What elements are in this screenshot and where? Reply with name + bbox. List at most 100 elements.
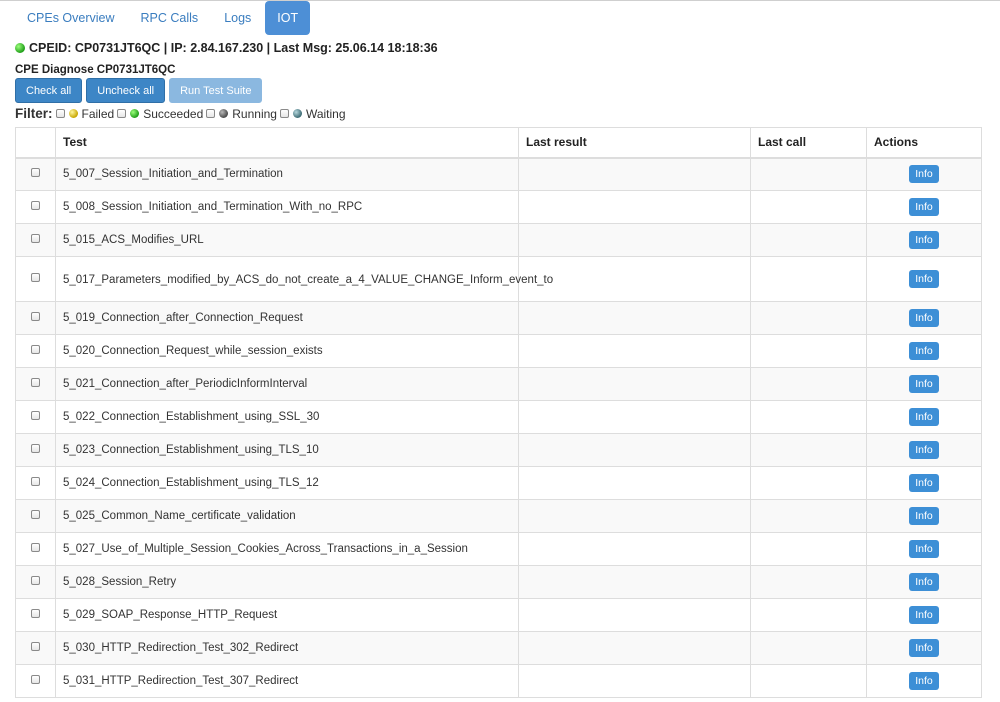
tab-rpc-calls[interactable]: RPC Calls bbox=[129, 1, 211, 35]
yellow-dot-icon bbox=[68, 109, 78, 118]
info-button[interactable]: Info bbox=[909, 540, 939, 558]
row-checkbox[interactable] bbox=[31, 642, 40, 651]
row-checkbox[interactable] bbox=[31, 444, 40, 453]
filter-label: Filter: bbox=[15, 106, 53, 121]
row-checkbox[interactable] bbox=[31, 411, 40, 420]
tab-cpes-overview[interactable]: CPEs Overview bbox=[15, 1, 127, 35]
row-test-name: 5_027_Use_of_Multiple_Session_Cookies_Ac… bbox=[55, 532, 519, 566]
test-table: Test Last result Last call Actions 5_007… bbox=[15, 127, 982, 698]
teal-dot-icon bbox=[292, 109, 302, 118]
table-row: 5_008_Session_Initiation_and_Termination… bbox=[15, 190, 982, 224]
filter-succeeded-label: Succeeded bbox=[143, 106, 204, 121]
filter-waiting-label: Waiting bbox=[305, 106, 346, 121]
row-test-name: 5_028_Session_Retry bbox=[55, 565, 519, 599]
row-select-cell bbox=[15, 157, 56, 191]
row-last-call bbox=[750, 223, 867, 257]
row-last-call bbox=[750, 532, 867, 566]
uncheck-all-button[interactable]: Uncheck all bbox=[86, 78, 166, 103]
info-button[interactable]: Info bbox=[909, 198, 939, 216]
info-button[interactable]: Info bbox=[909, 441, 939, 459]
header-last-result[interactable]: Last result bbox=[518, 127, 751, 159]
row-actions: Info bbox=[866, 532, 982, 566]
info-button[interactable]: Info bbox=[909, 165, 939, 184]
table-row: 5_022_Connection_Establishment_using_SSL… bbox=[15, 400, 982, 434]
info-button[interactable]: Info bbox=[909, 639, 939, 657]
row-select-cell bbox=[15, 532, 56, 566]
row-test-name: 5_023_Connection_Establishment_using_TLS… bbox=[55, 433, 519, 467]
row-test-name: 5_022_Connection_Establishment_using_SSL… bbox=[55, 400, 519, 434]
nav-tabs: CPEs Overview RPC Calls Logs IOT bbox=[15, 1, 1000, 35]
row-actions: Info bbox=[866, 466, 982, 500]
row-last-result bbox=[518, 223, 751, 257]
info-button[interactable]: Info bbox=[909, 375, 939, 393]
row-checkbox[interactable] bbox=[31, 609, 40, 618]
table-row: 5_025_Common_Name_certificate_validation… bbox=[15, 499, 982, 533]
row-checkbox[interactable] bbox=[31, 273, 40, 282]
table-row: 5_029_SOAP_Response_HTTP_Request Info bbox=[15, 598, 982, 632]
tab-logs[interactable]: Logs bbox=[212, 1, 263, 35]
row-last-call bbox=[750, 301, 867, 335]
info-button[interactable]: Info bbox=[909, 231, 939, 249]
info-button[interactable]: Info bbox=[909, 408, 939, 426]
row-last-result bbox=[518, 565, 751, 599]
row-checkbox[interactable] bbox=[31, 168, 40, 178]
filter-running-checkbox[interactable] bbox=[206, 109, 216, 118]
filter-waiting: Waiting bbox=[279, 106, 346, 121]
row-last-result bbox=[518, 256, 751, 302]
row-checkbox[interactable] bbox=[31, 477, 40, 486]
info-button[interactable]: Info bbox=[909, 606, 939, 624]
cpe-status-line: CPEID: CP0731JT6QC | IP: 2.84.167.230 | … bbox=[15, 41, 438, 55]
filter-waiting-checkbox[interactable] bbox=[279, 109, 289, 118]
filter-running-label: Running bbox=[232, 106, 277, 121]
info-button[interactable]: Info bbox=[909, 507, 939, 525]
row-actions: Info bbox=[866, 565, 982, 599]
filter-failed-checkbox[interactable] bbox=[55, 109, 65, 118]
row-checkbox[interactable] bbox=[31, 234, 40, 243]
diagnose-button-row: Check all Uncheck all Run Test Suite bbox=[15, 78, 263, 103]
check-all-button[interactable]: Check all bbox=[15, 78, 83, 103]
row-last-result bbox=[518, 157, 751, 191]
info-button[interactable]: Info bbox=[909, 342, 939, 360]
row-last-result bbox=[518, 334, 751, 368]
info-button[interactable]: Info bbox=[909, 672, 939, 690]
table-row: 5_028_Session_Retry Info bbox=[15, 565, 982, 599]
header-test[interactable]: Test bbox=[55, 127, 519, 159]
table-row: 5_020_Connection_Request_while_session_e… bbox=[15, 334, 982, 368]
row-actions: Info bbox=[866, 367, 982, 401]
row-actions: Info bbox=[866, 433, 982, 467]
status-online-icon bbox=[15, 43, 25, 53]
tab-iot[interactable]: IOT bbox=[265, 1, 311, 35]
table-row: 5_024_Connection_Establishment_using_TLS… bbox=[15, 466, 982, 500]
row-select-cell bbox=[15, 400, 56, 434]
run-test-suite-button[interactable]: Run Test Suite bbox=[169, 78, 263, 103]
row-checkbox[interactable] bbox=[31, 543, 40, 552]
row-last-result bbox=[518, 301, 751, 335]
row-actions: Info bbox=[866, 157, 982, 191]
row-checkbox[interactable] bbox=[31, 312, 40, 321]
row-checkbox[interactable] bbox=[31, 345, 40, 354]
row-test-name: 5_017_Parameters_modified_by_ACS_do_not_… bbox=[55, 256, 553, 302]
filter-succeeded-checkbox[interactable] bbox=[117, 109, 127, 118]
row-select-cell bbox=[15, 631, 56, 665]
filter-bar: Filter: Failed Succeeded Running Waiting bbox=[15, 106, 349, 121]
row-checkbox[interactable] bbox=[31, 576, 40, 585]
table-row: 5_015_ACS_Modifies_URL Info bbox=[15, 223, 982, 257]
info-button[interactable]: Info bbox=[909, 573, 939, 591]
header-select bbox=[15, 127, 56, 159]
table-header-row: Test Last result Last call Actions bbox=[15, 127, 982, 159]
row-checkbox[interactable] bbox=[31, 675, 40, 684]
info-button[interactable]: Info bbox=[909, 474, 939, 492]
row-test-name: 5_024_Connection_Establishment_using_TLS… bbox=[55, 466, 519, 500]
row-last-result bbox=[518, 367, 751, 401]
row-select-cell bbox=[15, 301, 56, 335]
row-actions: Info bbox=[866, 598, 982, 632]
row-last-call bbox=[750, 565, 867, 599]
filter-failed-label: Failed bbox=[81, 106, 115, 121]
info-button[interactable]: Info bbox=[909, 309, 939, 327]
info-button[interactable]: Info bbox=[909, 270, 939, 288]
row-checkbox[interactable] bbox=[31, 378, 40, 387]
header-last-call[interactable]: Last call bbox=[750, 127, 867, 159]
row-checkbox[interactable] bbox=[31, 201, 40, 210]
row-checkbox[interactable] bbox=[31, 510, 40, 519]
row-test-name: 5_007_Session_Initiation_and_Termination bbox=[55, 157, 519, 191]
